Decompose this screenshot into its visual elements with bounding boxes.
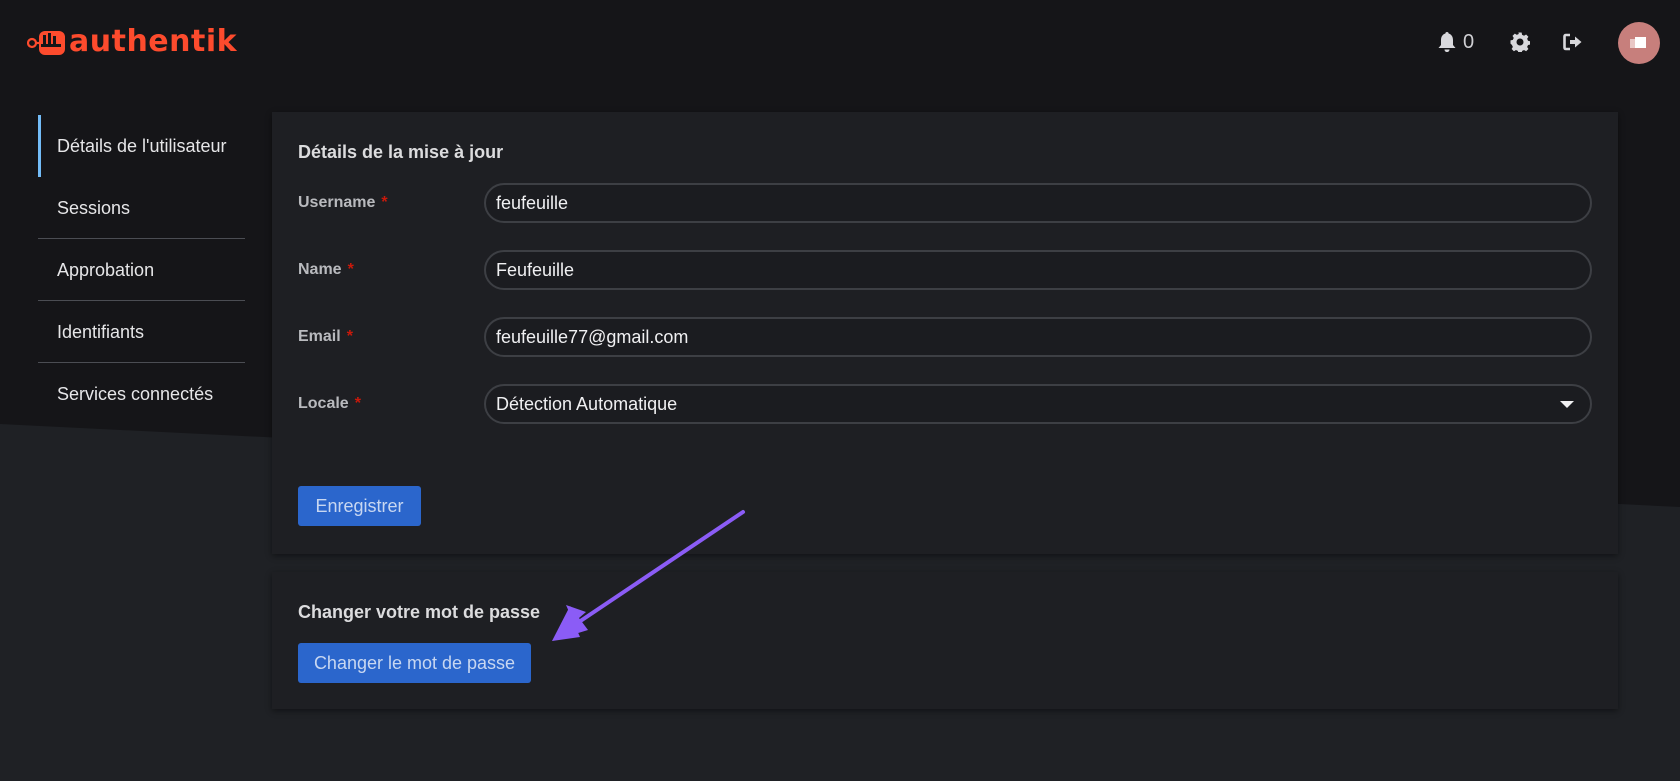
authentik-logo-icon bbox=[27, 31, 65, 55]
sidebar-item-connected-services[interactable]: Services connectés bbox=[38, 363, 245, 425]
sidebar-item-user-details[interactable]: Détails de l'utilisateur bbox=[38, 115, 245, 177]
bell-icon bbox=[1438, 32, 1456, 52]
annotation-arrow-icon bbox=[552, 510, 745, 641]
authentik-logo[interactable]: authentik bbox=[27, 22, 237, 62]
locale-row: Locale * Détection Automatique bbox=[298, 384, 1592, 424]
locale-select[interactable]: Détection Automatique bbox=[484, 384, 1592, 424]
brand-name: authentik bbox=[69, 24, 238, 59]
settings-button[interactable] bbox=[1508, 30, 1532, 54]
sidebar-item-label: Détails de l'utilisateur bbox=[57, 135, 227, 156]
sidebar-item-label: Services connectés bbox=[57, 383, 214, 404]
avatar[interactable] bbox=[1618, 22, 1660, 64]
user-settings-sidebar: Détails de l'utilisateur Sessions Approb… bbox=[38, 115, 245, 425]
sidebar-item-label: Identifiants bbox=[57, 321, 145, 342]
logout-button[interactable] bbox=[1561, 30, 1585, 54]
sign-out-icon bbox=[1563, 33, 1582, 51]
save-button[interactable]: Enregistrer bbox=[298, 486, 421, 526]
email-label: Email * bbox=[298, 328, 353, 345]
email-row: Email * feufeuille77@gmail.com bbox=[298, 317, 1592, 357]
username-label: Username * bbox=[298, 194, 388, 211]
change-password-button[interactable]: Changer le mot de passe bbox=[298, 643, 531, 683]
caret-down-icon bbox=[1560, 401, 1574, 408]
sidebar-item-label: Sessions bbox=[57, 197, 131, 218]
username-field[interactable]: feufeuille bbox=[484, 183, 1592, 223]
name-label: Name * bbox=[298, 261, 354, 278]
name-field[interactable]: Feufeuille bbox=[484, 250, 1592, 290]
gear-icon bbox=[1510, 32, 1530, 52]
sidebar-item-label: Approbation bbox=[57, 259, 155, 280]
notifications-button[interactable] bbox=[1437, 30, 1457, 54]
card-title: Détails de la mise à jour bbox=[298, 142, 504, 162]
sidebar-item-sessions[interactable]: Sessions bbox=[38, 177, 245, 239]
sidebar-item-consent[interactable]: Approbation bbox=[38, 239, 245, 301]
notification-count: 0 bbox=[1463, 31, 1475, 53]
locale-selected-value: Détection Automatique bbox=[496, 394, 678, 414]
top-header: authentik 0 bbox=[0, 0, 1680, 86]
sidebar-item-credentials[interactable]: Identifiants bbox=[38, 301, 245, 363]
change-password-card: Changer votre mot de passe Changer le mo… bbox=[272, 572, 1618, 709]
locale-label: Locale * bbox=[298, 395, 361, 412]
email-field[interactable]: feufeuille77@gmail.com bbox=[484, 317, 1592, 357]
username-row: Username * feufeuille bbox=[298, 183, 1592, 223]
user-details-card: Détails de la mise à jour Username * feuf… bbox=[272, 112, 1618, 554]
card-title: Changer votre mot de passe bbox=[298, 602, 541, 622]
name-row: Name * Feufeuille bbox=[298, 250, 1592, 290]
